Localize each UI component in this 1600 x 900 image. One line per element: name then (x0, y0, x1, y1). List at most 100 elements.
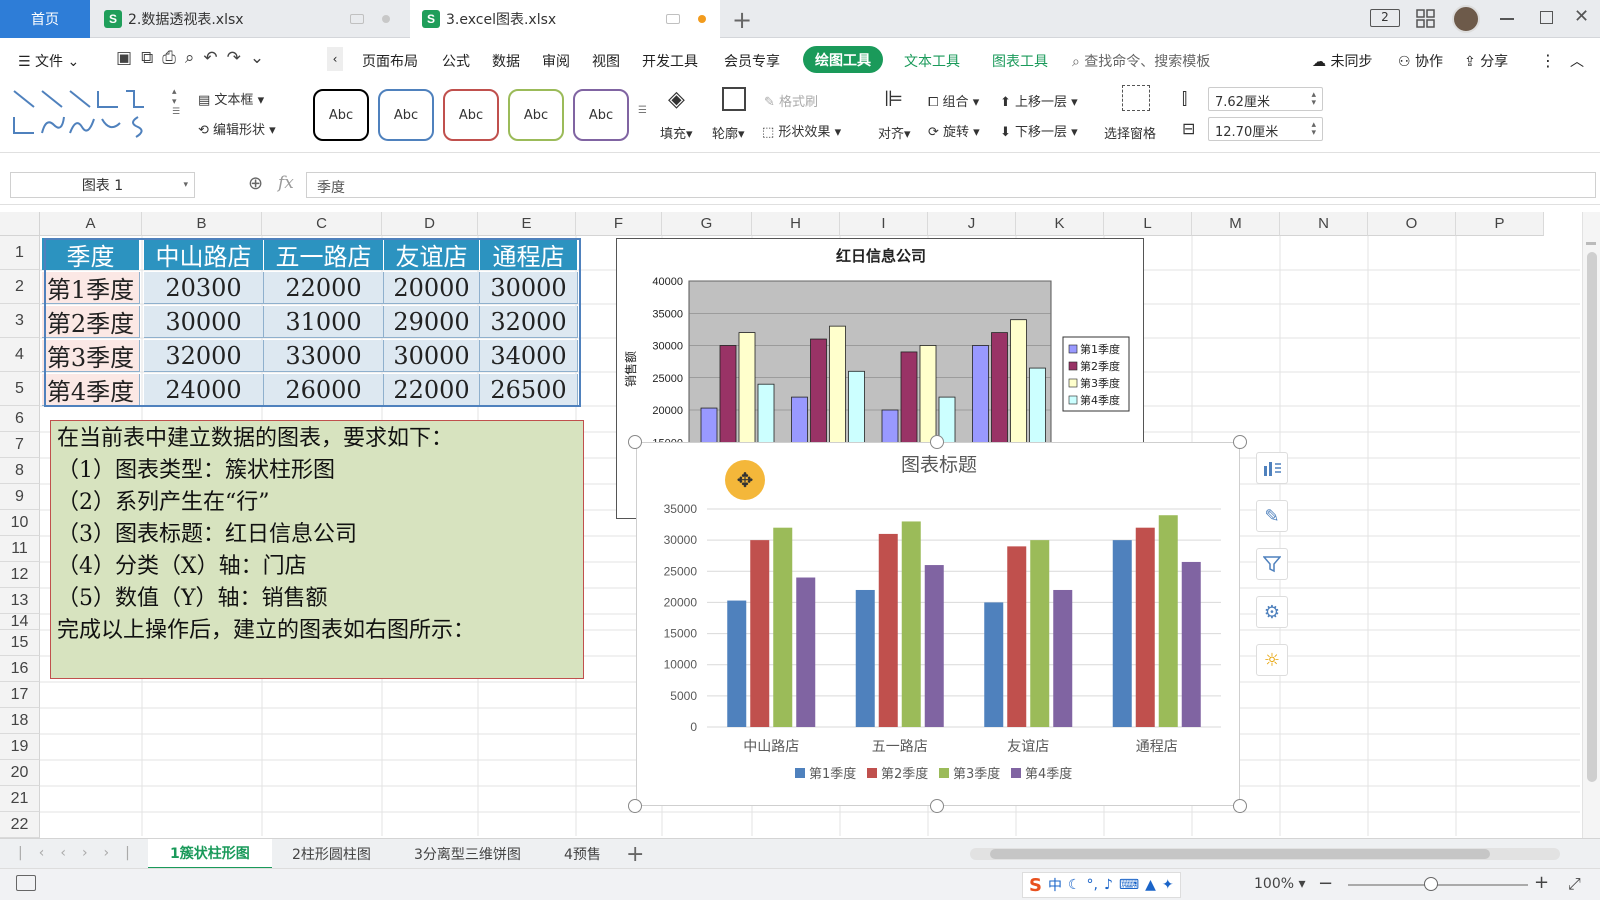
outline-icon[interactable] (722, 87, 746, 111)
column-header-j[interactable]: J (928, 212, 1016, 236)
name-box[interactable]: 图表 1 ▾ (10, 172, 195, 198)
value-cell[interactable]: 30000 (384, 340, 480, 372)
value-cell[interactable]: 20000 (384, 272, 480, 304)
column-header-p[interactable]: P (1456, 212, 1544, 236)
chart-tips-button[interactable]: ☼ (1256, 644, 1288, 676)
resize-handle-t[interactable] (930, 435, 944, 449)
ime-mode[interactable]: 中 (1048, 875, 1062, 895)
shape-gallery-icon[interactable] (10, 87, 170, 145)
zoom-in-icon[interactable]: + (1534, 872, 1549, 893)
row-header-12[interactable]: 12 (0, 562, 40, 588)
bar-第3季度-友谊店[interactable] (1030, 540, 1050, 727)
column-header-f[interactable]: F (576, 212, 662, 236)
bar-第4季度-五一路店[interactable] (924, 565, 944, 727)
selected-chart[interactable]: 图表标题 0 5000 10000 15000 20000 25000 30000 35000 中… (636, 442, 1240, 806)
column-header-c[interactable]: C (262, 212, 382, 236)
column-header-b[interactable]: B (142, 212, 262, 236)
header-cell[interactable]: 季度 (42, 238, 140, 271)
resize-handle-bl[interactable] (628, 799, 642, 813)
bar-第2季度-友谊店[interactable] (1007, 546, 1027, 727)
selection-pane-icon[interactable] (1122, 85, 1150, 111)
rotate-button[interactable]: ⟳ 旋转 ▾ (928, 121, 980, 140)
customize-icon[interactable]: ⌄ (250, 48, 273, 68)
edit-shape-button[interactable]: ⟲ 编辑形状 ▾ (198, 119, 276, 138)
value-cell[interactable]: 26500 (480, 374, 578, 406)
chart-filter-button[interactable] (1256, 548, 1288, 580)
value-cell[interactable]: 22000 (264, 272, 384, 304)
resize-handle-br[interactable] (1233, 799, 1247, 813)
more-icon[interactable]: ⋮ (1540, 51, 1556, 70)
column-header-g[interactable]: G (662, 212, 752, 236)
header-cell[interactable]: 通程店 (480, 238, 578, 271)
bar-第1季度-友谊店[interactable] (984, 602, 1004, 727)
bar-第2季度-通程店[interactable] (1135, 527, 1155, 727)
row-header-15[interactable]: 15 (0, 630, 40, 656)
height-spinner-icon[interactable]: ▴ ▾ (1311, 91, 1316, 108)
unsaved-dot-icon[interactable] (698, 15, 706, 23)
width-input[interactable]: 12.70厘米 ▴ ▾ (1208, 117, 1323, 141)
quarter-cell[interactable]: 第1季度 (42, 272, 140, 304)
row-header-10[interactable]: 10 (0, 510, 40, 536)
row-header-21[interactable]: 21 (0, 786, 40, 812)
value-cell[interactable]: 29000 (384, 306, 480, 338)
add-sheet-icon[interactable]: + (626, 839, 644, 869)
send-backward-button[interactable]: ⬇ 下移一层 ▾ (1000, 121, 1078, 140)
undo-icon[interactable]: ↶ (203, 48, 226, 68)
monitor-icon[interactable] (666, 14, 680, 24)
formula-input[interactable]: 季度 (306, 172, 1596, 198)
bar-第3季度-通程店[interactable] (1158, 515, 1178, 727)
menu-data[interactable]: 数据 (492, 51, 520, 71)
value-cell[interactable]: 33000 (264, 340, 384, 372)
value-cell[interactable]: 26000 (264, 374, 384, 406)
row-header-9[interactable]: 9 (0, 484, 40, 510)
bar-第2季度-中山路店[interactable] (750, 540, 770, 727)
row-header-11[interactable]: 11 (0, 536, 40, 562)
page-layout-icon[interactable]: 2 (1370, 9, 1400, 27)
resize-handle-tl[interactable] (628, 435, 642, 449)
column-header-l[interactable]: L (1104, 212, 1192, 236)
menu-formula[interactable]: 公式 (442, 51, 470, 71)
ime-toolbar[interactable]: S 中 ☾ °, ♪ ⌨ ▲ ✦ (1022, 872, 1181, 898)
selection-pane-button[interactable]: 选择窗格 (1104, 123, 1156, 142)
redo-icon[interactable]: ↷ (227, 48, 250, 68)
height-input[interactable]: 7.62厘米 ▴ ▾ (1208, 87, 1323, 111)
shape-style-5[interactable]: Abc (573, 89, 629, 141)
menu-text-tools[interactable]: 文本工具 (904, 51, 960, 71)
value-cell[interactable]: 32000 (480, 306, 578, 338)
chart-elements-button[interactable] (1256, 452, 1288, 484)
menu-view[interactable]: 视图 (592, 51, 620, 71)
width-spinner-icon[interactable]: ▴ ▾ (1311, 121, 1316, 138)
row-header-4[interactable]: 4 (0, 338, 40, 372)
chart-settings-button[interactable]: ⚙ (1256, 596, 1288, 628)
restore-icon[interactable] (1540, 11, 1553, 24)
row-header-6[interactable]: 6 (0, 406, 40, 432)
tab-home[interactable]: 首页 (0, 0, 90, 38)
sheet-tab-3[interactable]: 3分离型三维饼图 (414, 839, 521, 869)
header-cell[interactable]: 友谊店 (384, 238, 480, 271)
row-header-8[interactable]: 8 (0, 458, 40, 484)
fullscreen-icon[interactable]: ⤢ (1568, 874, 1581, 894)
prev-sheet-icon[interactable]: ‹ (60, 845, 82, 861)
column-header-e[interactable]: E (478, 212, 576, 236)
menu-chart-tools[interactable]: 图表工具 (992, 51, 1048, 71)
first-sheet-icon[interactable]: |‹ (18, 845, 60, 861)
keyboard-icon[interactable]: ⌨ (1119, 877, 1139, 893)
horizontal-scrollbar[interactable] (970, 848, 1560, 860)
menu-drawing-tools[interactable]: 绘图工具 (803, 46, 883, 73)
bar-第1季度-五一路店[interactable] (855, 589, 875, 727)
column-header-d[interactable]: D (382, 212, 478, 236)
command-search[interactable]: ⌕ 查找命令、搜索模板 (1072, 51, 1210, 71)
outline-button[interactable]: 轮廓▾ (712, 123, 745, 142)
row-header-1[interactable]: 1 (0, 236, 40, 270)
column-header-n[interactable]: N (1280, 212, 1368, 236)
value-cell[interactable]: 20300 (144, 272, 264, 304)
row-header-7[interactable]: 7 (0, 432, 40, 458)
quick-access-toolbar[interactable]: ▣⧉⎙⌕↶↷⌄ (116, 48, 273, 68)
column-header-k[interactable]: K (1016, 212, 1104, 236)
value-cell[interactable]: 24000 (144, 374, 264, 406)
row-header-22[interactable]: 22 (0, 812, 40, 838)
row-header-2[interactable]: 2 (0, 270, 40, 304)
last-sheet-icon[interactable]: ›| (104, 845, 146, 861)
bar-第3季度-五一路店[interactable] (901, 521, 921, 727)
split-handle-icon[interactable] (1586, 242, 1596, 245)
